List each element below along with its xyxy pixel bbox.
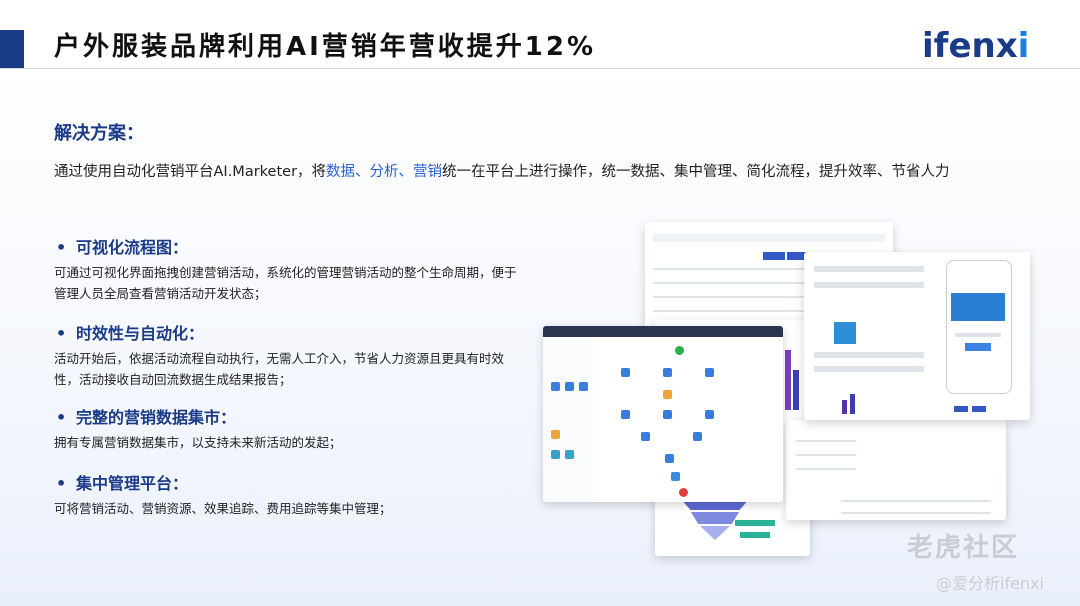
watermark-source: @爱分析ifenxi <box>936 574 1044 593</box>
bullet-icon: • <box>56 324 67 343</box>
feature-central-management: • 集中管理平台： 可将营销活动、营销资源、效果追踪、费用追踪等集中管理； <box>54 470 524 519</box>
feature-title: 完整的营销数据集市： <box>76 408 237 427</box>
feature-desc: 可通过可视化界面拖拽创建营销活动，系统化的管理营销活动的整个生命周期，便于管理人… <box>54 265 517 301</box>
feature-title: 时效性与自动化： <box>76 324 205 343</box>
feature-visual-flow: • 可视化流程图： 可通过可视化界面拖拽创建营销活动，系统化的管理营销活动的整个生… <box>54 234 524 304</box>
highlight-data: 数据 <box>326 164 356 180</box>
bullet-icon: • <box>56 474 67 493</box>
feature-data-mart: • 完整的营销数据集市： 拥有专属营销数据集市，以支持未来新活动的发起； <box>54 404 524 453</box>
feature-desc: 活动开始后，依据活动流程自动执行，无需人工介入，节省人力资源且更具有时效性，活动… <box>54 351 505 387</box>
solution-text-suffix: 统一在平台上进行操作，统一数据、集中管理、简化流程，提升效率、节省人力 <box>442 164 950 180</box>
feature-desc: 拥有专属营销数据集市，以支持未来新活动的发起； <box>54 435 342 450</box>
solution-text-prefix: 通过使用自动化营销平台AI.Marketer，将 <box>54 164 327 180</box>
solution-text: 通过使用自动化营销平台AI.Marketer，将数据、分析、营销统一在平台上进行… <box>54 160 950 181</box>
solution-heading: 解决方案： <box>54 123 144 144</box>
header-divider <box>0 68 1080 69</box>
mockup-list-panel <box>786 420 1006 520</box>
feature-automation: • 时效性与自动化： 活动开始后，依据活动流程自动执行，无需人工介入，节省人力资源… <box>54 320 524 390</box>
logo-text-main: ifenx <box>922 26 1018 66</box>
page-title: 户外服装品牌利用AI营销年营收提升12% <box>54 32 597 62</box>
title-accent-bar <box>0 30 24 68</box>
watermark-community: 老虎社区 <box>907 533 1020 563</box>
logo-text-tail: i <box>1017 26 1030 66</box>
feature-title: 可视化流程图： <box>76 238 189 257</box>
bullet-icon: • <box>56 238 67 257</box>
bullet-icon: • <box>56 408 67 427</box>
feature-desc: 可将营销活动、营销资源、效果追踪、费用追踪等集中管理； <box>54 501 392 516</box>
highlight-sep-2: 、 <box>398 164 414 180</box>
highlight-sep-1: 、 <box>355 164 370 180</box>
mockup-flow-builder <box>543 326 783 502</box>
highlight-marketing: 营销 <box>413 164 443 180</box>
mockup-form-panel <box>804 252 1030 420</box>
highlight-analysis: 分析 <box>369 164 399 180</box>
mockup-phone-preview <box>946 260 1012 394</box>
feature-title: 集中管理平台： <box>76 474 189 493</box>
ifenxi-logo: ifenxi <box>922 26 1029 66</box>
